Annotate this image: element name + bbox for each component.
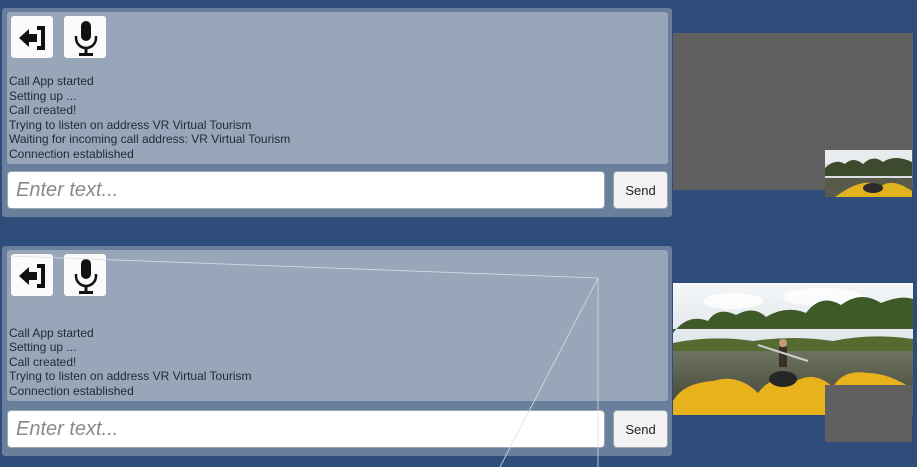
log-line: Connection established (9, 146, 134, 161)
microphone-button[interactable] (63, 15, 107, 59)
send-button[interactable]: Send (613, 171, 668, 209)
microphone-icon (74, 259, 98, 294)
local-video-panorama (825, 150, 912, 197)
log-line: Call App started (9, 74, 94, 88)
microphone-icon (74, 21, 98, 56)
log-line: Connection established (9, 383, 134, 398)
exit-door-icon (19, 264, 45, 288)
exit-door-icon (19, 26, 45, 50)
log-line: Setting up ... (9, 88, 77, 103)
microphone-button[interactable] (63, 253, 107, 297)
log-area: Call App started Setting up ... Call cre… (7, 12, 668, 164)
log-line: Call App started (9, 325, 94, 340)
log-line: Waiting for incoming call address: VR Vi… (9, 132, 291, 146)
call-panel-top: Call App started Setting up ... Call cre… (2, 8, 672, 217)
log-line: Call created! (9, 354, 77, 369)
log-line: Trying to listen on address VR Virtual T… (9, 117, 252, 132)
message-input[interactable] (7, 171, 605, 209)
call-log: Call App started Setting up ... Call cre… (9, 326, 252, 399)
message-input[interactable] (7, 410, 605, 448)
exit-call-button[interactable] (10, 15, 54, 59)
log-line: Call created! (9, 103, 77, 117)
call-panel-bottom: Call App started Setting up ... Call cre… (2, 246, 672, 456)
local-video-placeholder (825, 385, 912, 442)
log-line: Setting up ... (9, 340, 77, 354)
panorama-thumbnail (825, 150, 912, 197)
log-area: Call App started Setting up ... Call cre… (7, 250, 668, 401)
log-line: Trying to listen on address VR Virtual T… (9, 369, 252, 383)
send-button[interactable]: Send (613, 410, 668, 448)
exit-call-button[interactable] (10, 253, 54, 297)
call-log: Call App started Setting up ... Call cre… (9, 74, 290, 161)
